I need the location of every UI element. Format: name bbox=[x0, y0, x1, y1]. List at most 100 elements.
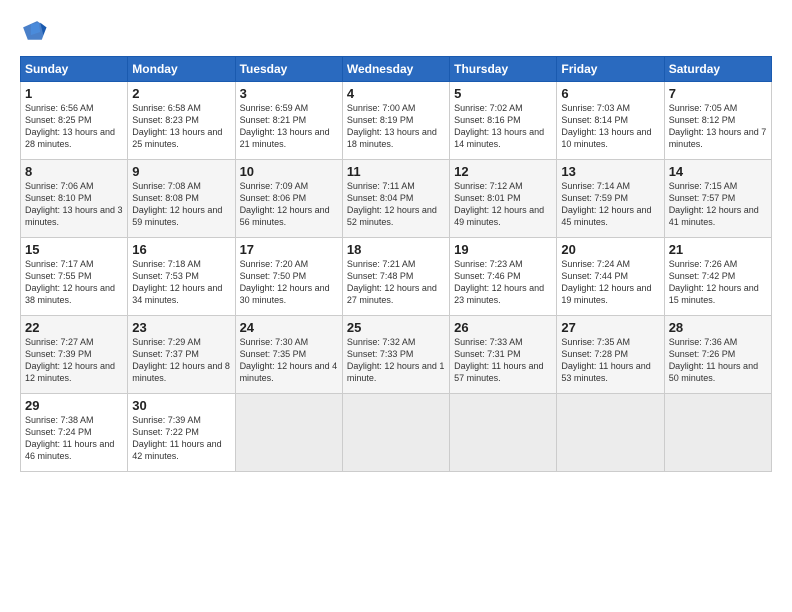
day-number: 16 bbox=[132, 242, 230, 257]
cell-content: Sunrise: 6:59 AMSunset: 8:21 PMDaylight:… bbox=[240, 102, 338, 151]
day-number: 30 bbox=[132, 398, 230, 413]
calendar-cell: 12Sunrise: 7:12 AMSunset: 8:01 PMDayligh… bbox=[450, 160, 557, 238]
day-number: 29 bbox=[25, 398, 123, 413]
calendar-cell: 10Sunrise: 7:09 AMSunset: 8:06 PMDayligh… bbox=[235, 160, 342, 238]
week-row-3: 15Sunrise: 7:17 AMSunset: 7:55 PMDayligh… bbox=[21, 238, 772, 316]
cell-content: Sunrise: 6:58 AMSunset: 8:23 PMDaylight:… bbox=[132, 102, 230, 151]
cell-content: Sunrise: 7:38 AMSunset: 7:24 PMDaylight:… bbox=[25, 414, 123, 463]
day-number: 20 bbox=[561, 242, 659, 257]
day-header-thursday: Thursday bbox=[450, 57, 557, 82]
cell-content: Sunrise: 7:27 AMSunset: 7:39 PMDaylight:… bbox=[25, 336, 123, 385]
cell-content: Sunrise: 7:02 AMSunset: 8:16 PMDaylight:… bbox=[454, 102, 552, 151]
cell-content: Sunrise: 7:18 AMSunset: 7:53 PMDaylight:… bbox=[132, 258, 230, 307]
calendar-cell: 11Sunrise: 7:11 AMSunset: 8:04 PMDayligh… bbox=[342, 160, 449, 238]
week-row-5: 29Sunrise: 7:38 AMSunset: 7:24 PMDayligh… bbox=[21, 394, 772, 472]
cell-content: Sunrise: 7:30 AMSunset: 7:35 PMDaylight:… bbox=[240, 336, 338, 385]
calendar-cell bbox=[557, 394, 664, 472]
cell-content: Sunrise: 7:08 AMSunset: 8:08 PMDaylight:… bbox=[132, 180, 230, 229]
day-number: 23 bbox=[132, 320, 230, 335]
calendar-page: SundayMondayTuesdayWednesdayThursdayFrid… bbox=[0, 0, 792, 482]
calendar-cell: 23Sunrise: 7:29 AMSunset: 7:37 PMDayligh… bbox=[128, 316, 235, 394]
calendar-cell: 15Sunrise: 7:17 AMSunset: 7:55 PMDayligh… bbox=[21, 238, 128, 316]
day-header-saturday: Saturday bbox=[664, 57, 771, 82]
calendar-cell: 8Sunrise: 7:06 AMSunset: 8:10 PMDaylight… bbox=[21, 160, 128, 238]
calendar-cell: 6Sunrise: 7:03 AMSunset: 8:14 PMDaylight… bbox=[557, 82, 664, 160]
calendar-cell: 7Sunrise: 7:05 AMSunset: 8:12 PMDaylight… bbox=[664, 82, 771, 160]
calendar-cell: 25Sunrise: 7:32 AMSunset: 7:33 PMDayligh… bbox=[342, 316, 449, 394]
calendar-cell: 13Sunrise: 7:14 AMSunset: 7:59 PMDayligh… bbox=[557, 160, 664, 238]
day-header-wednesday: Wednesday bbox=[342, 57, 449, 82]
cell-content: Sunrise: 7:35 AMSunset: 7:28 PMDaylight:… bbox=[561, 336, 659, 385]
cell-content: Sunrise: 7:09 AMSunset: 8:06 PMDaylight:… bbox=[240, 180, 338, 229]
cell-content: Sunrise: 7:32 AMSunset: 7:33 PMDaylight:… bbox=[347, 336, 445, 385]
calendar-cell: 30Sunrise: 7:39 AMSunset: 7:22 PMDayligh… bbox=[128, 394, 235, 472]
calendar-cell: 20Sunrise: 7:24 AMSunset: 7:44 PMDayligh… bbox=[557, 238, 664, 316]
cell-content: Sunrise: 6:56 AMSunset: 8:25 PMDaylight:… bbox=[25, 102, 123, 151]
day-header-monday: Monday bbox=[128, 57, 235, 82]
calendar-cell: 24Sunrise: 7:30 AMSunset: 7:35 PMDayligh… bbox=[235, 316, 342, 394]
header bbox=[20, 18, 772, 46]
cell-content: Sunrise: 7:23 AMSunset: 7:46 PMDaylight:… bbox=[454, 258, 552, 307]
week-row-1: 1Sunrise: 6:56 AMSunset: 8:25 PMDaylight… bbox=[21, 82, 772, 160]
cell-content: Sunrise: 7:21 AMSunset: 7:48 PMDaylight:… bbox=[347, 258, 445, 307]
day-number: 3 bbox=[240, 86, 338, 101]
calendar-cell: 28Sunrise: 7:36 AMSunset: 7:26 PMDayligh… bbox=[664, 316, 771, 394]
day-number: 1 bbox=[25, 86, 123, 101]
cell-content: Sunrise: 7:24 AMSunset: 7:44 PMDaylight:… bbox=[561, 258, 659, 307]
day-number: 9 bbox=[132, 164, 230, 179]
calendar-cell: 22Sunrise: 7:27 AMSunset: 7:39 PMDayligh… bbox=[21, 316, 128, 394]
calendar-cell bbox=[450, 394, 557, 472]
day-number: 25 bbox=[347, 320, 445, 335]
day-number: 21 bbox=[669, 242, 767, 257]
calendar-cell: 4Sunrise: 7:00 AMSunset: 8:19 PMDaylight… bbox=[342, 82, 449, 160]
day-number: 4 bbox=[347, 86, 445, 101]
calendar-cell: 9Sunrise: 7:08 AMSunset: 8:08 PMDaylight… bbox=[128, 160, 235, 238]
calendar-table: SundayMondayTuesdayWednesdayThursdayFrid… bbox=[20, 56, 772, 472]
calendar-cell: 17Sunrise: 7:20 AMSunset: 7:50 PMDayligh… bbox=[235, 238, 342, 316]
day-number: 2 bbox=[132, 86, 230, 101]
calendar-cell: 27Sunrise: 7:35 AMSunset: 7:28 PMDayligh… bbox=[557, 316, 664, 394]
cell-content: Sunrise: 7:00 AMSunset: 8:19 PMDaylight:… bbox=[347, 102, 445, 151]
cell-content: Sunrise: 7:36 AMSunset: 7:26 PMDaylight:… bbox=[669, 336, 767, 385]
cell-content: Sunrise: 7:20 AMSunset: 7:50 PMDaylight:… bbox=[240, 258, 338, 307]
cell-content: Sunrise: 7:12 AMSunset: 8:01 PMDaylight:… bbox=[454, 180, 552, 229]
day-number: 18 bbox=[347, 242, 445, 257]
calendar-cell bbox=[342, 394, 449, 472]
day-number: 11 bbox=[347, 164, 445, 179]
cell-content: Sunrise: 7:03 AMSunset: 8:14 PMDaylight:… bbox=[561, 102, 659, 151]
cell-content: Sunrise: 7:33 AMSunset: 7:31 PMDaylight:… bbox=[454, 336, 552, 385]
calendar-cell bbox=[235, 394, 342, 472]
cell-content: Sunrise: 7:29 AMSunset: 7:37 PMDaylight:… bbox=[132, 336, 230, 385]
day-number: 24 bbox=[240, 320, 338, 335]
day-number: 27 bbox=[561, 320, 659, 335]
calendar-cell: 18Sunrise: 7:21 AMSunset: 7:48 PMDayligh… bbox=[342, 238, 449, 316]
calendar-cell: 16Sunrise: 7:18 AMSunset: 7:53 PMDayligh… bbox=[128, 238, 235, 316]
calendar-cell: 21Sunrise: 7:26 AMSunset: 7:42 PMDayligh… bbox=[664, 238, 771, 316]
day-number: 12 bbox=[454, 164, 552, 179]
day-number: 15 bbox=[25, 242, 123, 257]
cell-content: Sunrise: 7:15 AMSunset: 7:57 PMDaylight:… bbox=[669, 180, 767, 229]
cell-content: Sunrise: 7:17 AMSunset: 7:55 PMDaylight:… bbox=[25, 258, 123, 307]
calendar-cell: 19Sunrise: 7:23 AMSunset: 7:46 PMDayligh… bbox=[450, 238, 557, 316]
day-number: 8 bbox=[25, 164, 123, 179]
day-number: 7 bbox=[669, 86, 767, 101]
day-number: 19 bbox=[454, 242, 552, 257]
calendar-cell: 26Sunrise: 7:33 AMSunset: 7:31 PMDayligh… bbox=[450, 316, 557, 394]
calendar-cell: 14Sunrise: 7:15 AMSunset: 7:57 PMDayligh… bbox=[664, 160, 771, 238]
week-row-4: 22Sunrise: 7:27 AMSunset: 7:39 PMDayligh… bbox=[21, 316, 772, 394]
day-number: 26 bbox=[454, 320, 552, 335]
logo bbox=[20, 18, 52, 46]
cell-content: Sunrise: 7:11 AMSunset: 8:04 PMDaylight:… bbox=[347, 180, 445, 229]
cell-content: Sunrise: 7:14 AMSunset: 7:59 PMDaylight:… bbox=[561, 180, 659, 229]
header-row: SundayMondayTuesdayWednesdayThursdayFrid… bbox=[21, 57, 772, 82]
calendar-cell: 1Sunrise: 6:56 AMSunset: 8:25 PMDaylight… bbox=[21, 82, 128, 160]
day-number: 6 bbox=[561, 86, 659, 101]
day-number: 17 bbox=[240, 242, 338, 257]
week-row-2: 8Sunrise: 7:06 AMSunset: 8:10 PMDaylight… bbox=[21, 160, 772, 238]
cell-content: Sunrise: 7:39 AMSunset: 7:22 PMDaylight:… bbox=[132, 414, 230, 463]
cell-content: Sunrise: 7:05 AMSunset: 8:12 PMDaylight:… bbox=[669, 102, 767, 151]
day-number: 14 bbox=[669, 164, 767, 179]
calendar-cell: 2Sunrise: 6:58 AMSunset: 8:23 PMDaylight… bbox=[128, 82, 235, 160]
calendar-cell: 5Sunrise: 7:02 AMSunset: 8:16 PMDaylight… bbox=[450, 82, 557, 160]
day-number: 5 bbox=[454, 86, 552, 101]
